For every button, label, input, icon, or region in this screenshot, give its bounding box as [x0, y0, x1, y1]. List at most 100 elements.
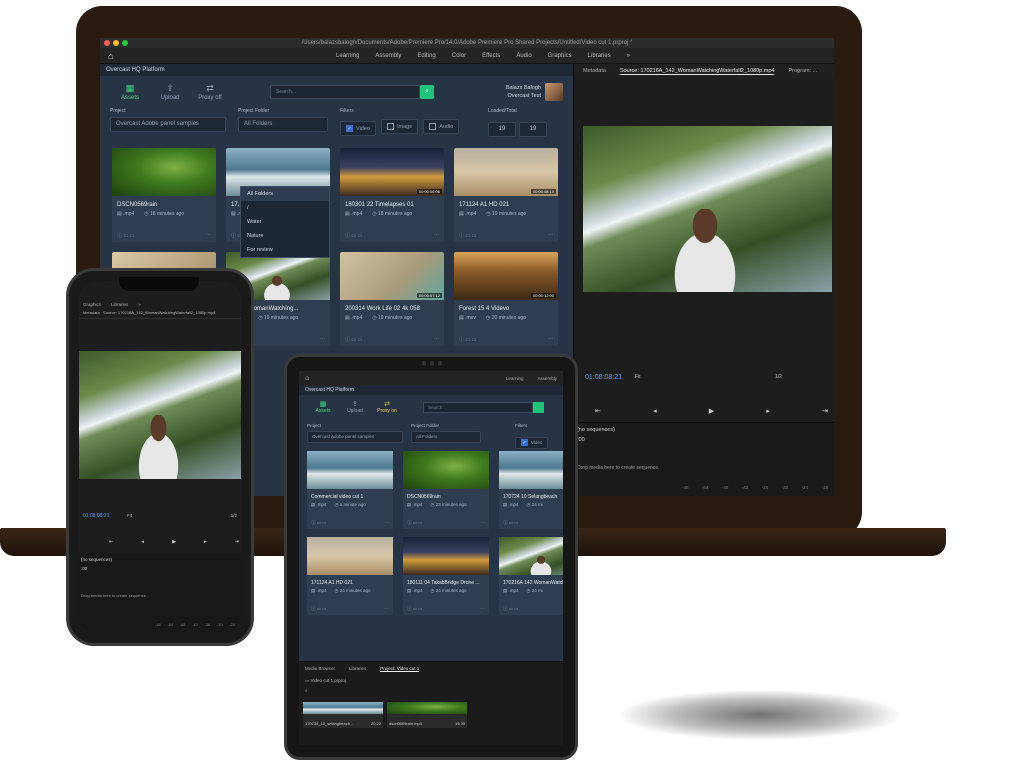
- filter-video[interactable]: ✓ Video: [340, 121, 376, 136]
- tablet-search-button[interactable]: [533, 401, 544, 413]
- filter-audio[interactable]: Audio: [423, 119, 460, 134]
- info-icon[interactable]: ⓘ ▭ ▭: [117, 232, 134, 239]
- info-icon[interactable]: ⓘ ▭ ▭: [311, 520, 327, 526]
- more-icon[interactable]: ···: [385, 520, 390, 526]
- folder-select[interactable]: All Folders: [238, 117, 328, 132]
- search-button[interactable]: ⌕: [420, 85, 434, 99]
- to-out-icon[interactable]: ⇥: [235, 539, 239, 545]
- step-forward-icon[interactable]: ▸: [204, 539, 207, 545]
- workspace-tab[interactable]: Assembly: [375, 53, 401, 59]
- asset-ext: ▤ .mp4: [459, 211, 477, 217]
- asset-card[interactable]: 00:00:08:10 171124 A1 HD 021 ▤ .mp4 ◷ 19 mi…: [454, 148, 558, 242]
- phone-zoom-select[interactable]: Fit: [127, 513, 132, 518]
- info-icon[interactable]: ⓘ ▭ ▭: [345, 336, 362, 343]
- phone-workspace-tab[interactable]: »: [138, 302, 141, 307]
- avatar[interactable]: [545, 83, 563, 101]
- tablet-search-input[interactable]: Search...: [423, 401, 533, 413]
- more-icon[interactable]: ···: [548, 232, 553, 239]
- workspace-tab[interactable]: Editing: [417, 53, 435, 59]
- nav-assets[interactable]: ▦ Assets: [110, 83, 150, 101]
- workspace-tab[interactable]: Effects: [482, 53, 500, 59]
- more-icon[interactable]: ···: [481, 520, 486, 526]
- step-back-icon[interactable]: ◂: [653, 407, 657, 415]
- workspace-tab[interactable]: Color: [452, 53, 466, 59]
- asset-card[interactable]: 00:00:12:00 Forest 15 4 Videvo ▤ .mov ◷ 20 …: [454, 252, 558, 346]
- phone-scale[interactable]: 1/2: [231, 513, 237, 518]
- asset-card[interactable]: 170216A 142 WomanWatchi ▤ .mp4 ◷ 24 mi ⓘ ▭ …: [499, 537, 563, 615]
- search-input[interactable]: Search...: [270, 85, 420, 99]
- info-icon[interactable]: ⓘ ▭ ▭: [503, 520, 519, 526]
- workspace-tab[interactable]: »: [627, 53, 630, 59]
- asset-card[interactable]: 00:00:06:06 180301 22 Timelapses 01 ▤ .mp4…: [340, 148, 444, 242]
- dropdown-option[interactable]: Nature: [241, 229, 329, 243]
- home-icon[interactable]: ⌂: [108, 51, 288, 61]
- asset-card[interactable]: 170724 10 Selangbeach ▤ .mp4 ◷ 24 mi ⓘ ▭ ▭·…: [499, 451, 563, 529]
- more-icon[interactable]: ···: [434, 232, 439, 239]
- info-icon[interactable]: ⓘ ▭ ▭: [459, 232, 476, 239]
- workspace-tab[interactable]: Libraries: [588, 53, 611, 59]
- project-item[interactable]: dscn0569rain.mp4 19:30: [387, 702, 467, 728]
- to-in-icon[interactable]: ⇤: [109, 539, 113, 545]
- panel-tab[interactable]: Libraries: [349, 666, 366, 672]
- tablet-project-select[interactable]: Overcast Adobe panel samples: [307, 431, 403, 443]
- phone-source-tab[interactable]: Metadata Source: 170216A_142_WomanWatchi…: [79, 307, 241, 319]
- project-item[interactable]: 170734_10_selangbeach... 20:22: [303, 702, 383, 728]
- dropdown-option[interactable]: Water: [241, 215, 329, 229]
- info-icon[interactable]: ⓘ ▭ ▭: [311, 606, 327, 612]
- tablet-nav-upload[interactable]: ⇪ Upload: [339, 400, 371, 414]
- monitor-tab[interactable]: Source: 170216A_142_WomanWatchingWaterfa…: [619, 68, 775, 75]
- play-icon[interactable]: ▶: [172, 539, 176, 545]
- tablet-folder-select[interactable]: All Folders: [411, 431, 481, 443]
- workspace-tab[interactable]: Assembly: [537, 376, 557, 381]
- zoom-select[interactable]: Fit: [635, 374, 641, 380]
- asset-card[interactable]: DSCN0569rain ▤ .mp4 ◷ 18 minutes ago ⓘ ▭ ▭ ·…: [112, 148, 216, 242]
- more-icon[interactable]: ···: [548, 336, 553, 343]
- panel-tab[interactable]: Project: Video cut 1: [380, 666, 420, 672]
- tablet-filter-video[interactable]: ✓ Video: [515, 436, 549, 449]
- more-icon[interactable]: ···: [385, 606, 390, 612]
- step-back-icon[interactable]: ◂: [141, 539, 144, 545]
- home-icon[interactable]: ⌂: [305, 375, 309, 382]
- info-icon[interactable]: ⓘ ▭ ▭: [345, 232, 362, 239]
- workspace-tab[interactable]: Learning: [336, 53, 359, 59]
- nav-upload[interactable]: ⇪ Upload: [150, 83, 190, 101]
- more-icon[interactable]: ···: [481, 606, 486, 612]
- info-icon[interactable]: ⓘ ▭ ▭: [503, 606, 519, 612]
- panel-tab[interactable]: Media Browser: [305, 666, 335, 672]
- project-select[interactable]: Overcast Adobe panel samples: [110, 117, 226, 132]
- to-in-icon[interactable]: ⇤: [595, 407, 601, 415]
- play-icon[interactable]: ▶: [709, 407, 714, 415]
- asset-card[interactable]: Commercial video cut 1 ▤ .mp4 ◷ a minute a…: [307, 451, 393, 529]
- filter-image[interactable]: Image: [380, 119, 419, 134]
- dropdown-option[interactable]: For review: [241, 243, 329, 257]
- asset-card[interactable]: 180111 04 TakabBridge Drone ... ▤ .mp4 ◷ 2…: [403, 537, 489, 615]
- more-icon[interactable]: ···: [206, 232, 211, 239]
- source-timecode[interactable]: 01:08:08:21: [585, 374, 622, 381]
- dropdown-option[interactable]: /: [241, 201, 329, 215]
- monitor-tab[interactable]: Program: ...: [788, 68, 817, 74]
- workspace-tab[interactable]: Learning: [506, 376, 524, 381]
- workspace-tab[interactable]: Graphics: [548, 53, 572, 59]
- asset-card[interactable]: 00:00:07:12 200314 Work Life 02 4k 058 ▤ .…: [340, 252, 444, 346]
- phone-workspace-tab[interactable]: Graphics: [83, 302, 101, 307]
- workspace-tab[interactable]: Audio: [516, 53, 531, 59]
- more-icon[interactable]: ···: [434, 336, 439, 343]
- info-icon[interactable]: ⓘ ▭ ▭: [407, 606, 423, 612]
- more-icon[interactable]: ···: [320, 336, 325, 343]
- to-out-icon[interactable]: ⇥: [822, 407, 828, 415]
- asset-card[interactable]: 171124 A1 HD 021 ▤ .mp4 ◷ 24 minutes ago ⓘ …: [307, 537, 393, 615]
- info-icon[interactable]: ⓘ ▭ ▭: [407, 520, 423, 526]
- phone-workspace-tab[interactable]: Libraries: [111, 302, 128, 307]
- assets-icon: ▦: [125, 83, 135, 93]
- tablet-project-search[interactable]: ⌕: [299, 686, 563, 695]
- info-icon[interactable]: ⓘ ▭ ▭: [459, 336, 476, 343]
- asset-card[interactable]: DSCN0569rain ▤ .mp4 ◷ 23 minutes ago ⓘ ▭ ▭ ·…: [403, 451, 489, 529]
- step-forward-icon[interactable]: ▸: [766, 407, 770, 415]
- tablet-nav-assets[interactable]: ▦ Assets: [307, 400, 339, 414]
- nav-proxy[interactable]: ⇄ Proxy off: [190, 83, 230, 101]
- tablet-nav-proxy[interactable]: ⇄ Proxy on: [371, 400, 403, 414]
- monitor-tab[interactable]: Metadata: [583, 68, 606, 74]
- phone-timecode[interactable]: 01:08:08:21: [83, 513, 109, 519]
- resolution-select[interactable]: 1/2: [775, 374, 782, 380]
- dropdown-option[interactable]: All Folders: [241, 187, 329, 201]
